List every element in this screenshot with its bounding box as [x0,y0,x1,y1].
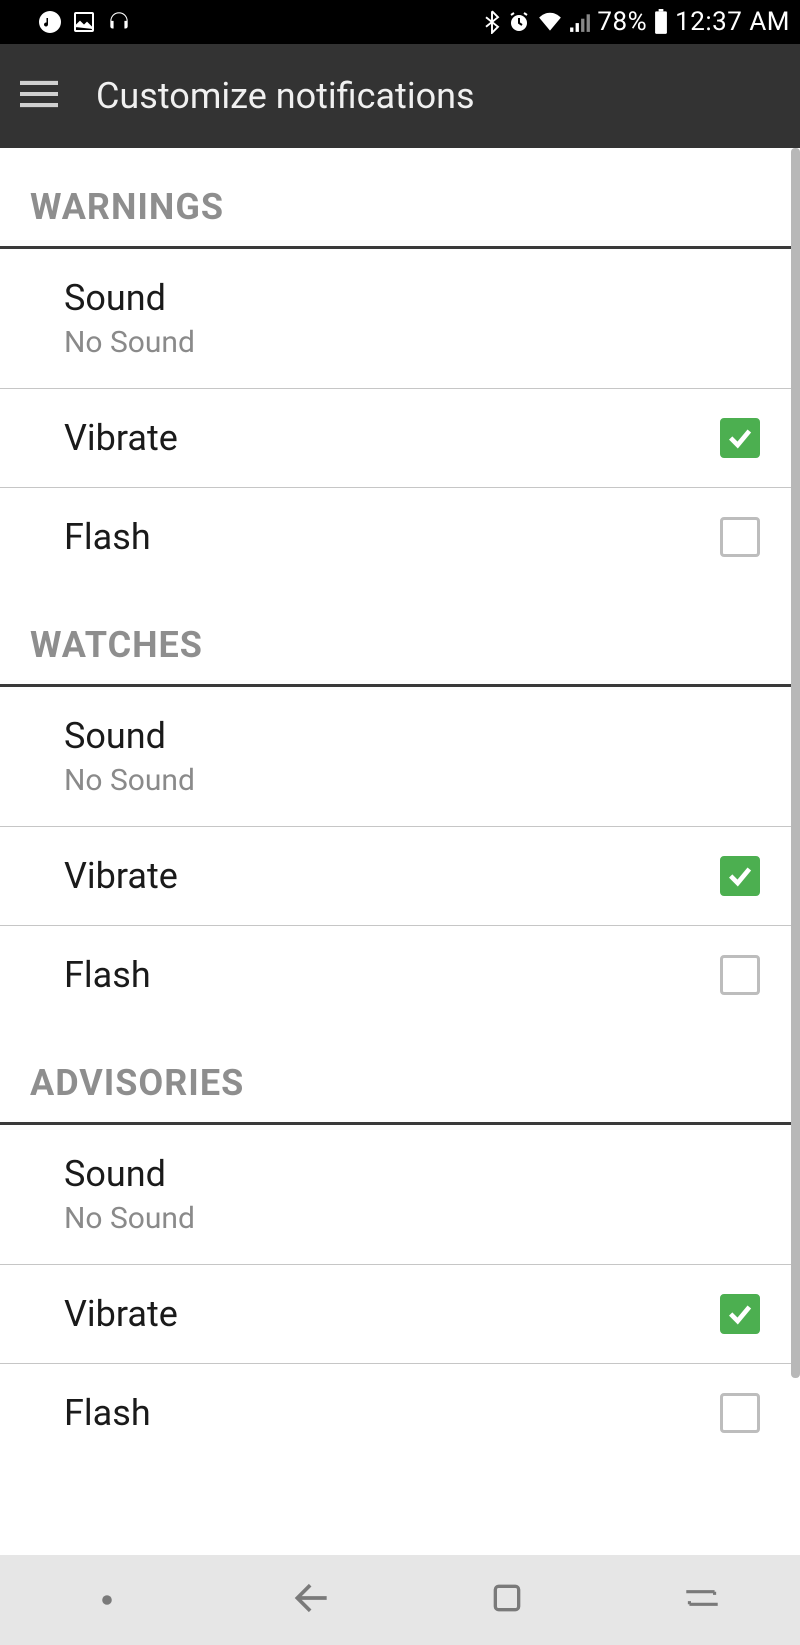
section-header-advisories: ADVISORIES [0,1024,800,1125]
system-nav-bar [0,1555,800,1645]
row-label: Flash [64,954,151,996]
checkbox-unchecked-icon[interactable] [720,1393,760,1433]
warnings-sound-row[interactable]: Sound No Sound [0,249,800,389]
checkbox-checked-icon[interactable] [720,418,760,458]
advisories-vibrate-row[interactable]: Vibrate [0,1265,800,1364]
advisories-flash-row[interactable]: Flash [0,1364,800,1452]
row-label: Vibrate [64,855,178,897]
image-icon [72,10,96,34]
bluetooth-icon [483,10,501,34]
signal-icon [569,11,591,33]
status-right: 78% 12:37 AM [483,7,790,37]
warnings-flash-row[interactable]: Flash [0,488,800,586]
watches-flash-row[interactable]: Flash [0,926,800,1024]
home-icon[interactable] [487,1578,527,1622]
checkbox-checked-icon[interactable] [720,1294,760,1334]
row-sublabel: No Sound [64,763,195,798]
checkbox-checked-icon[interactable] [720,856,760,896]
scrollbar-thumb[interactable] [791,148,800,1378]
row-label: Vibrate [64,417,178,459]
battery-percent: 78% [597,7,647,37]
app-bar: Customize notifications [0,44,800,148]
warnings-vibrate-row[interactable]: Vibrate [0,389,800,488]
row-label: Flash [64,1392,151,1434]
hamburger-icon[interactable] [20,79,58,113]
advisories-sound-row[interactable]: Sound No Sound [0,1125,800,1265]
headphones-icon [106,9,132,35]
settings-list: WARNINGS Sound No Sound Vibrate Flash WA… [0,148,800,1555]
checkbox-unchecked-icon[interactable] [720,517,760,557]
status-bar: 78% 12:37 AM [0,0,800,44]
status-left [10,9,132,35]
alarm-icon [507,10,531,34]
nav-dot-icon [77,1591,137,1610]
row-label: Sound [64,277,195,319]
wifi-icon [537,11,563,33]
back-icon[interactable] [290,1576,334,1624]
row-sublabel: No Sound [64,1201,195,1236]
row-sublabel: No Sound [64,325,195,360]
section-header-watches: WATCHES [0,586,800,687]
page-title: Customize notifications [96,75,475,117]
watches-vibrate-row[interactable]: Vibrate [0,827,800,926]
clock-text: 12:37 AM [675,7,790,37]
battery-icon [653,9,669,35]
music-icon [38,10,62,34]
recents-icon[interactable] [680,1578,724,1622]
row-label: Sound [64,715,195,757]
row-label: Sound [64,1153,195,1195]
section-header-warnings: WARNINGS [0,148,800,249]
row-label: Vibrate [64,1293,178,1335]
row-label: Flash [64,516,151,558]
watches-sound-row[interactable]: Sound No Sound [0,687,800,827]
checkbox-unchecked-icon[interactable] [720,955,760,995]
